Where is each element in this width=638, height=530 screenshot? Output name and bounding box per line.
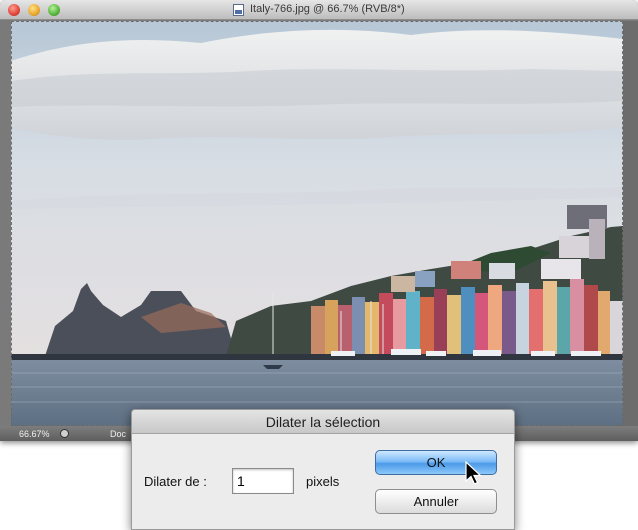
doc-size-label: Doc <box>110 429 127 439</box>
zoom-level[interactable]: 66.67% <box>19 429 50 439</box>
close-window-button[interactable] <box>8 4 20 16</box>
document-icon <box>233 4 244 16</box>
cancel-button[interactable]: Annuler <box>375 489 497 514</box>
photoshop-document-window: Italy-766.jpg @ 66.7% (RVB/8*) 66.67% Do… <box>0 0 638 441</box>
arrow-cursor-icon <box>465 461 483 485</box>
vertical-scrollbar[interactable] <box>623 21 638 426</box>
image-canvas[interactable] <box>11 21 623 426</box>
unit-label: pixels <box>306 474 340 489</box>
harbor-photo <box>11 21 623 426</box>
dialog-title: Dilater la sélection <box>132 410 514 434</box>
expand-by-label: Dilater de : <box>144 474 207 489</box>
status-icon[interactable] <box>60 429 69 438</box>
window-title: Italy-766.jpg @ 66.7% (RVB/8*) <box>250 3 405 15</box>
expand-selection-dialog: Dilater la sélection Dilater de : pixels… <box>131 409 515 530</box>
minimize-window-button[interactable] <box>28 4 40 16</box>
expand-amount-input[interactable] <box>232 468 294 494</box>
title-bar[interactable]: Italy-766.jpg @ 66.7% (RVB/8*) <box>0 0 638 20</box>
zoom-window-button[interactable] <box>48 4 60 16</box>
